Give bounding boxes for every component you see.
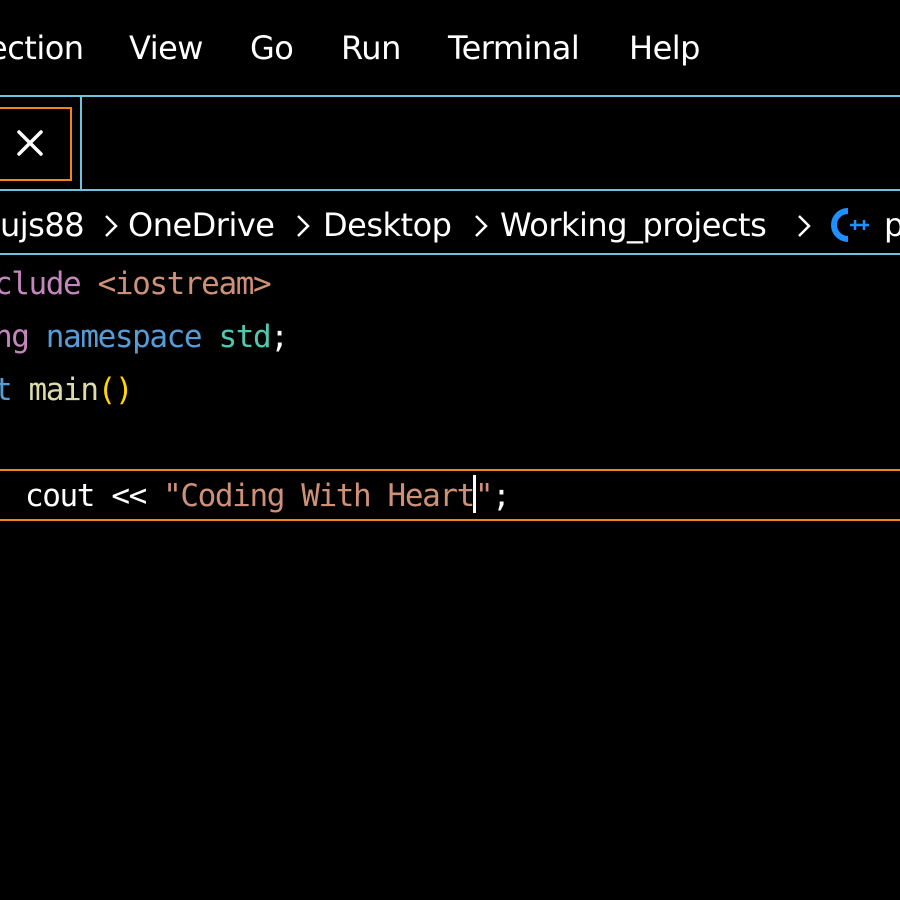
- menu-run[interactable]: Run: [341, 26, 401, 70]
- code-editor[interactable]: clude <iostream> ng namespace std; t mai…: [0, 255, 900, 900]
- menu-selection[interactable]: ection: [0, 26, 84, 70]
- code-line-3[interactable]: t main(): [0, 364, 134, 417]
- tab-divider: [80, 97, 82, 189]
- code-token: t: [0, 372, 13, 408]
- breadcrumb: ujs88 OneDrive Desktop Working_projects …: [0, 191, 900, 255]
- menu-bar: ection View Go Run Terminal Help: [0, 0, 900, 95]
- code-line-2[interactable]: ng namespace std;: [0, 311, 289, 364]
- editor-tab-bar: [0, 95, 900, 191]
- chevron-right-icon: [297, 215, 310, 237]
- breadcrumb-item-working-projects[interactable]: Working_projects: [500, 205, 767, 245]
- code-token: clude: [0, 266, 82, 302]
- code-token: (): [97, 372, 134, 408]
- code-token: <<: [94, 478, 164, 514]
- breadcrumb-item-desktop[interactable]: Desktop: [323, 205, 452, 245]
- breadcrumb-item-file[interactable]: p: [884, 205, 900, 245]
- breadcrumb-item-user[interactable]: ujs88: [0, 205, 85, 245]
- code-token: ;: [270, 319, 289, 355]
- chevron-right-icon: [475, 215, 488, 237]
- code-token: ng: [0, 319, 30, 355]
- chevron-right-icon: [105, 215, 118, 237]
- code-line-5[interactable]: cout << "Coding With Heart";: [25, 470, 511, 523]
- code-token: cout: [25, 478, 95, 514]
- code-token: main: [28, 372, 99, 408]
- code-token: ": [474, 478, 494, 514]
- code-token: <iostream>: [97, 266, 272, 302]
- code-token: std: [218, 319, 271, 355]
- menu-terminal[interactable]: Terminal: [448, 26, 580, 70]
- code-token: namespace: [45, 319, 203, 355]
- code-line-1[interactable]: clude <iostream>: [0, 258, 272, 311]
- breadcrumb-item-onedrive[interactable]: OneDrive: [128, 205, 275, 245]
- menu-help[interactable]: Help: [629, 26, 700, 70]
- menu-view[interactable]: View: [129, 26, 203, 70]
- code-token: ;: [492, 478, 511, 514]
- menu-go[interactable]: Go: [250, 26, 294, 70]
- active-editor-tab[interactable]: [0, 107, 72, 181]
- cpp-file-icon: [831, 208, 869, 242]
- chevron-right-icon: [798, 215, 811, 237]
- close-icon[interactable]: [10, 123, 50, 163]
- code-token: "Coding With Heart: [163, 478, 475, 514]
